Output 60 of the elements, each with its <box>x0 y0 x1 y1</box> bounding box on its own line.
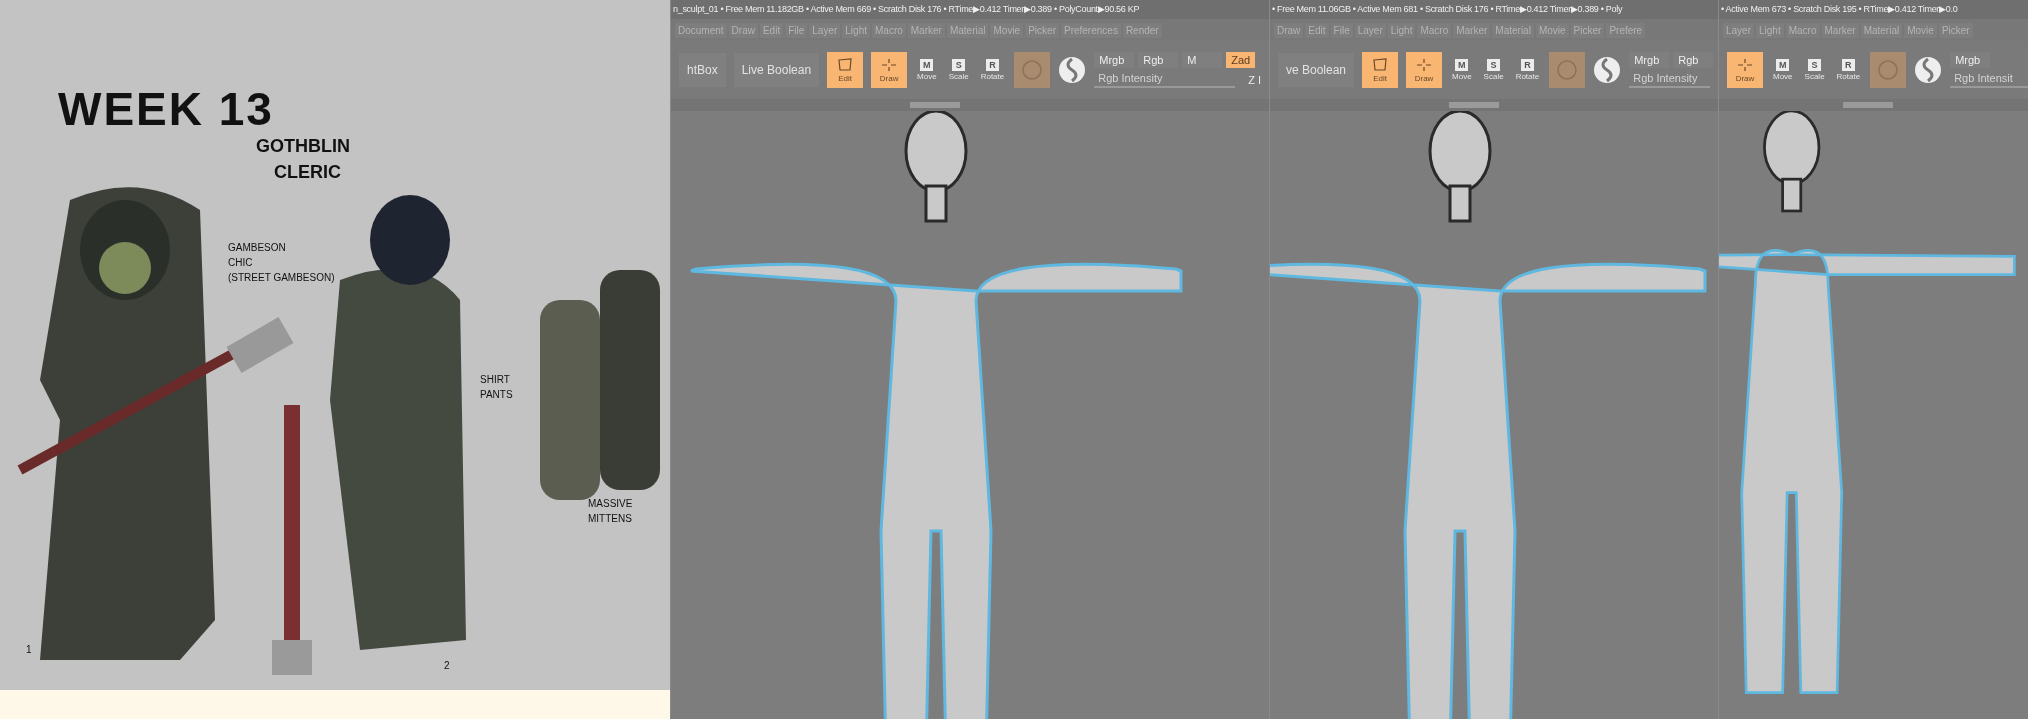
handwritten-note: SHIRT <box>480 373 511 387</box>
handwritten-note: PANTS <box>480 388 513 402</box>
scrollbar-thumb[interactable] <box>910 102 961 108</box>
channel-toggle[interactable]: Mrgb <box>1629 52 1670 68</box>
art-title: WEEK 13 <box>58 82 274 136</box>
mode-button[interactable]: Draw <box>871 52 908 88</box>
transform-button[interactable]: M Move <box>915 59 939 81</box>
toolbar-button[interactable]: htBox <box>679 53 726 87</box>
channel-toggle[interactable]: M <box>1182 52 1223 68</box>
handwritten-note: CHIC <box>228 256 254 270</box>
crosshair-icon <box>1416 57 1433 72</box>
transform-button[interactable]: R Rotate <box>978 59 1007 81</box>
intensity-slider[interactable]: Rgb Intensit <box>1950 72 2028 88</box>
transform-button[interactable]: R Rotate <box>1834 59 1863 81</box>
matcap-sphere-icon[interactable] <box>1593 56 1622 84</box>
transform-button[interactable]: M Move <box>1450 59 1474 81</box>
z-intensity-label: Z I <box>1248 74 1261 86</box>
status-bar: • Free Mem 11.06GB • Active Mem 681 • Scratch Disk 176 • RTime▶0.412 Timer▶0.389 • Poly <box>1270 0 1718 19</box>
mode-button[interactable]: Edit <box>1362 52 1399 88</box>
crosshair-icon <box>881 57 898 72</box>
intensity-slider[interactable]: Rgb Intensity <box>1629 72 1710 88</box>
transform-button[interactable]: R Rotate <box>1513 59 1542 81</box>
handwritten-note: GAMBESON <box>228 241 287 255</box>
transform-button[interactable]: M Move <box>1771 59 1795 81</box>
channel-toggle[interactable]: Mrgb <box>1950 52 1991 68</box>
handwritten-note: MASSIVE <box>588 497 633 511</box>
scrollbar-thumb[interactable] <box>1449 102 1500 108</box>
channel-toggle[interactable]: Rgb <box>1673 52 1714 68</box>
art-heading: GOTHBLIN <box>256 136 350 157</box>
material-button[interactable] <box>1870 52 1907 88</box>
status-bar: • Active Mem 673 • Scratch Disk 195 • RTime▶0.412 Timer▶0.0 <box>1719 0 2028 19</box>
transform-button[interactable]: S Scale <box>1802 59 1827 81</box>
matcap-sphere-icon[interactable] <box>1914 56 1943 84</box>
handwritten-note: MITTENS <box>588 512 633 526</box>
channel-toggle[interactable]: Mrgb <box>1094 52 1135 68</box>
toolbar-button[interactable]: ve Boolean <box>1278 53 1355 87</box>
handwritten-note: (STREET GAMBESON) <box>228 271 335 285</box>
frame-icon <box>837 57 854 72</box>
material-button[interactable] <box>1549 52 1586 88</box>
transform-button[interactable]: S Scale <box>946 59 971 81</box>
toolbar-button[interactable]: Live Boolean <box>733 53 820 87</box>
mode-button[interactable]: Edit <box>827 52 864 88</box>
status-bar: n_sculpt_01 • Free Mem 11.182GB • Active Mem 669 • Scratch Disk 176 • RTime▶0.412 Timer▶0.389 • PolyCount▶90.56 KP <box>671 0 1269 19</box>
transform-button[interactable]: S Scale <box>1481 59 1506 81</box>
crosshair-icon <box>1737 57 1753 72</box>
channel-toggle[interactable]: Rgb <box>1138 52 1179 68</box>
circle-icon <box>1556 59 1579 81</box>
art-heading: CLERIC <box>274 162 341 183</box>
circle-icon <box>1021 59 1044 81</box>
mode-button[interactable]: Draw <box>1406 52 1443 88</box>
material-button[interactable] <box>1014 52 1051 88</box>
scrollbar-thumb[interactable] <box>1842 102 1893 108</box>
frame-icon <box>1372 57 1389 72</box>
mode-button[interactable]: Draw <box>1727 52 1763 88</box>
handwritten-note: 2 <box>444 659 450 673</box>
matcap-sphere-icon[interactable] <box>1058 56 1087 84</box>
handwritten-note: 1 <box>26 643 32 657</box>
circle-icon <box>1877 59 1900 81</box>
channel-toggle[interactable]: Zad <box>1226 52 1256 68</box>
intensity-slider[interactable]: Rgb Intensity <box>1094 72 1243 88</box>
